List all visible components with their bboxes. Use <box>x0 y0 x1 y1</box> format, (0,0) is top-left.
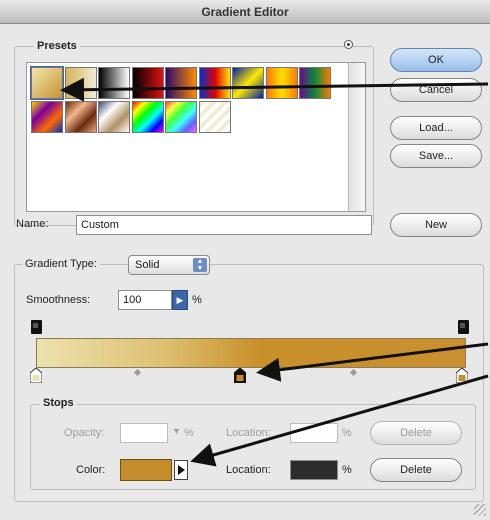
preset-chrome-swatch[interactable] <box>98 100 130 133</box>
color-location-unit: % <box>342 464 352 476</box>
color-stop-selected[interactable] <box>234 368 246 383</box>
preset-red-black-swatch[interactable] <box>131 67 164 99</box>
color-stop-left[interactable] <box>30 368 42 383</box>
new-button[interactable]: New <box>390 213 482 237</box>
opacity-delete-button: Delete <box>370 421 462 445</box>
gradient-type-value: Solid <box>135 259 160 271</box>
preset-violet-green-orange-swatch[interactable] <box>299 67 331 99</box>
select-arrows-icon: ▲ ▼ <box>193 258 207 272</box>
color-location-field[interactable] <box>290 460 338 480</box>
preset-blue-red-yellow-swatch[interactable] <box>198 67 231 99</box>
color-label: Color: <box>76 464 106 476</box>
preset-orange-yellow-orange-swatch[interactable] <box>265 67 298 99</box>
smoothness-stepper[interactable]: ▶ <box>172 290 188 310</box>
gradient-type-label: Gradient Type: <box>22 258 100 270</box>
name-label: Name: <box>16 218 49 230</box>
preset-gold-transparent-swatch[interactable] <box>64 67 97 99</box>
resize-grip[interactable] <box>474 504 486 516</box>
preset-transparent-stripes-swatch[interactable] <box>198 100 231 133</box>
cancel-button[interactable]: Cancel <box>390 78 482 102</box>
opacity-field <box>120 423 168 443</box>
preset-copper-swatch[interactable] <box>64 100 97 133</box>
preset-violet-orange-swatch[interactable] <box>165 67 197 99</box>
opacity-unit: % <box>184 427 194 439</box>
preset-yellow-violet-orange-blue-swatch[interactable] <box>31 100 63 133</box>
smoothness-label: Smoothness: <box>26 294 91 306</box>
ok-button[interactable]: OK <box>390 48 482 72</box>
opacity-location-label: Location: <box>226 427 271 439</box>
gradient-editor-window: Presets OK Cancel Load... Save... Name: … <box>0 24 490 520</box>
preset-gold-swatch[interactable] <box>30 66 64 100</box>
preset-blue-yellow-blue-swatch[interactable] <box>232 67 264 99</box>
presets-menu-icon[interactable] <box>344 40 353 49</box>
smoothness-field[interactable]: 100 <box>118 290 172 310</box>
save-button[interactable]: Save... <box>390 144 482 168</box>
opacity-location-field <box>290 423 338 443</box>
opacity-location-unit: % <box>342 427 352 439</box>
color-menu-arrow-icon[interactable] <box>174 460 188 480</box>
window-title: Gradient Editor <box>0 0 490 24</box>
preset-spectrum-swatch[interactable] <box>131 100 164 133</box>
opacity-dropdown-icon: ▼ <box>172 426 181 436</box>
stops-label: Stops <box>40 397 77 409</box>
presets-label: Presets <box>34 40 80 52</box>
opacity-label: Opacity: <box>64 427 105 439</box>
name-field[interactable]: Custom <box>76 215 372 235</box>
color-location-label: Location: <box>226 464 271 476</box>
opacity-stop-right[interactable] <box>458 320 469 334</box>
load-button[interactable]: Load... <box>390 116 482 140</box>
color-delete-button[interactable]: Delete <box>370 458 462 482</box>
presets-list[interactable] <box>26 62 366 212</box>
preset-black-white-swatch[interactable] <box>98 67 130 99</box>
color-stop-right[interactable] <box>456 368 468 383</box>
opacity-stop-left[interactable] <box>31 320 42 334</box>
preset-transparent-rainbow-swatch[interactable] <box>165 100 197 133</box>
presets-scrollbar[interactable] <box>348 63 365 211</box>
gradient-preview-bar[interactable] <box>36 338 466 368</box>
color-swatch[interactable] <box>120 459 172 481</box>
gradient-type-select[interactable]: Solid ▲ ▼ <box>128 255 210 275</box>
smoothness-unit: % <box>192 294 202 306</box>
